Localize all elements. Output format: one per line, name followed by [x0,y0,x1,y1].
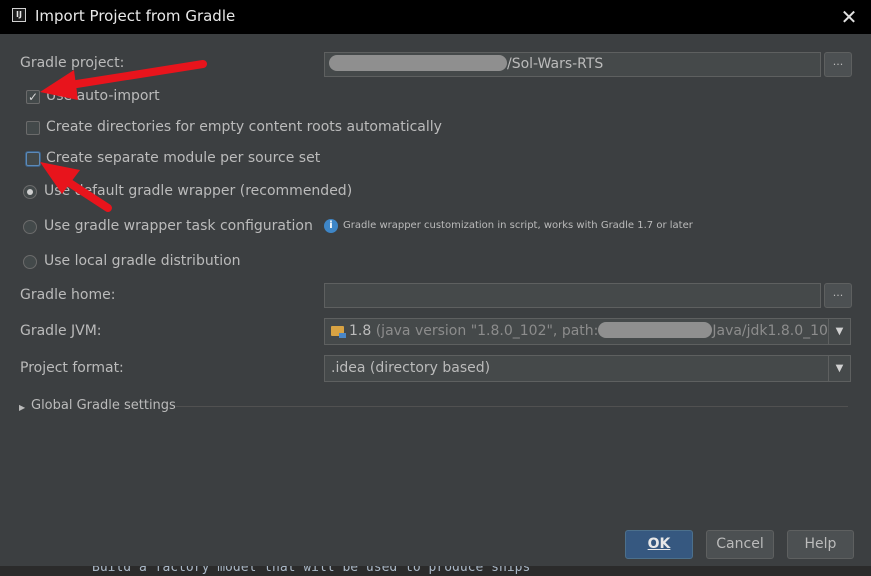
import-dialog: Gradle project: /Sol-Wars-RTS ... ✓ Use … [0,34,871,576]
gradle-project-label: Gradle project: [20,55,125,71]
chevron-down-icon[interactable]: ▼ [828,319,850,344]
window-title: Import Project from Gradle [35,7,236,25]
auto-import-checkbox[interactable]: ✓ [26,90,40,104]
default-wrapper-radio[interactable] [23,185,37,199]
background-code-text: Build a factory model that will be used … [92,566,531,575]
help-button[interactable]: Help [787,530,854,559]
project-format-value: .idea (directory based) [331,360,491,376]
local-distribution-radio[interactable] [23,255,37,269]
jdk-folder-icon [331,326,346,338]
section-divider [176,406,848,407]
gradle-home-field[interactable] [324,283,821,308]
gradle-jvm-version: 1.8 [349,323,372,339]
gradle-home-label: Gradle home: [20,287,116,303]
gradle-project-browse-button[interactable]: ... [824,52,852,77]
cancel-button[interactable]: Cancel [706,530,774,559]
title-bar: IJ Import Project from Gradle ✕ [0,0,871,34]
expand-arrow-icon[interactable]: ▶ [19,403,25,412]
wrapper-task-radio[interactable] [23,220,37,234]
global-settings-label[interactable]: Global Gradle settings [31,398,176,413]
local-distribution-label: Use local gradle distribution [44,253,241,269]
project-format-select[interactable]: .idea (directory based) ▼ [324,355,851,382]
gradle-jvm-detail-suffix: Java/jdk1.8.0_102) [712,323,843,339]
info-text: Gradle wrapper customization in script, … [343,220,693,231]
default-wrapper-label: Use default gradle wrapper (recommended) [44,183,353,199]
radio-selected-dot [27,189,33,195]
gradle-jvm-detail: (java version "1.8.0_102", path: [375,323,599,339]
wrapper-task-label: Use gradle wrapper task configuration [44,218,313,234]
redacted-path [329,55,507,71]
separate-module-label: Create separate module per source set [46,150,321,166]
gradle-jvm-select[interactable]: 1.8 (java version "1.8.0_102", path: Java… [324,318,851,345]
chevron-down-icon[interactable]: ▼ [828,356,850,381]
auto-import-label: Use auto-import [46,88,160,104]
redacted-jvm-path [598,322,713,338]
separate-module-checkbox[interactable] [26,152,40,166]
intellij-app-icon: IJ [12,8,26,22]
info-icon: i [324,219,338,233]
create-dirs-checkbox[interactable] [26,121,40,135]
gradle-project-field[interactable]: /Sol-Wars-RTS [324,52,821,77]
gradle-jvm-label: Gradle JVM: [20,323,102,339]
gradle-project-value: /Sol-Wars-RTS [507,56,604,72]
close-button[interactable]: ✕ [832,2,866,32]
ok-button[interactable]: OK [625,530,693,559]
project-format-label: Project format: [20,360,124,376]
background-editor: Build a factory model that will be used … [0,566,871,576]
create-dirs-label: Create directories for empty content roo… [46,119,442,135]
gradle-home-browse-button[interactable]: ... [824,283,852,308]
